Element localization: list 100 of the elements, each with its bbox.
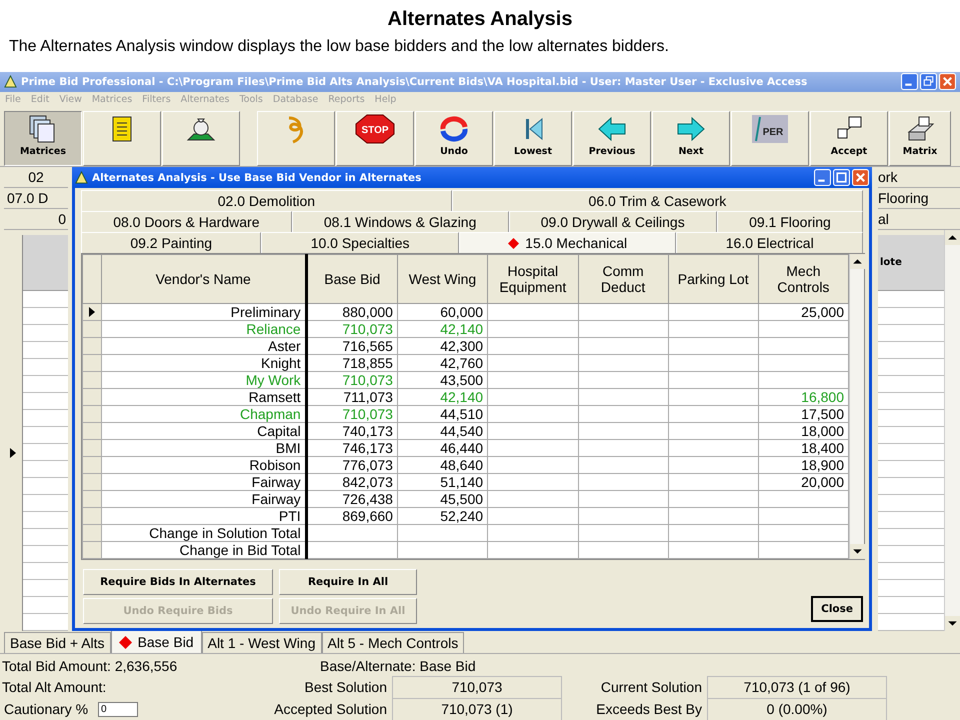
table-cell: 42,760 (440, 354, 484, 370)
table-cell: 710,073 (342, 372, 393, 388)
scroll-down-icon[interactable] (945, 616, 960, 631)
toolbar-button[interactable]: PER (731, 111, 809, 166)
scroll-up-icon[interactable] (850, 254, 865, 269)
table-cell: Robison (249, 456, 301, 472)
best-solution-value: 710,073 (392, 676, 562, 698)
grid-header (23, 235, 68, 291)
per-badge-icon: PER (750, 114, 790, 144)
table-cell: 726,438 (342, 490, 393, 506)
column-header: Mech Controls (758, 254, 848, 304)
toolbar-button[interactable]: Undo (415, 111, 493, 166)
column-header: Vendor's Name (101, 254, 306, 304)
toolbar-button[interactable]: Matrices (4, 111, 82, 166)
toolbar-button[interactable]: Next (652, 111, 730, 166)
table-cell: 16,800 (801, 388, 844, 404)
tab[interactable]: 02 (4, 167, 68, 188)
current-solution-label: Current Solution (600, 679, 703, 695)
tab[interactable]: 0 (4, 209, 68, 230)
tab[interactable]: Flooring (878, 188, 960, 209)
table-cell: My Work (246, 372, 301, 388)
tab[interactable]: Alt 5 - Mech Controls (322, 632, 464, 653)
best-solution-label: Best Solution (304, 679, 388, 695)
action-button[interactable]: Require Bids In Alternates (83, 569, 273, 595)
toolbar-button[interactable]: Matrix (889, 111, 951, 166)
triangle-icon (75, 171, 88, 184)
column-header: West Wing (397, 254, 488, 304)
table-cell: Change in Bid Total (180, 542, 301, 558)
column-header: Base Bid (306, 254, 398, 304)
table-cell: 25,000 (801, 304, 844, 320)
row-pointer-icon (88, 306, 95, 316)
tab[interactable]: Base Bid (110, 630, 202, 653)
table-cell: 711,073 (343, 388, 393, 404)
scroll-down-icon[interactable] (850, 544, 865, 559)
table-cell: 740,173 (342, 422, 393, 438)
table-cell: Fairway (252, 490, 301, 506)
cautionary-input[interactable]: 0 (98, 702, 138, 716)
restore-icon[interactable] (920, 73, 937, 90)
table-cell: 52,240 (440, 508, 484, 524)
column-header: Hospital Equipment (488, 254, 578, 304)
current-solution-value: 710,073 (1 of 96) (707, 676, 887, 698)
table-cell: 18,400 (801, 440, 844, 456)
minimize-icon[interactable] (814, 169, 831, 186)
tab[interactable]: Base Bid + Alts (4, 632, 111, 653)
table-cell: Chapman (240, 406, 301, 422)
toolbar-button[interactable] (83, 111, 161, 166)
tab[interactable]: 06.0 Trim & Casework (452, 190, 863, 211)
scrollbar[interactable] (944, 230, 960, 631)
close-icon[interactable] (852, 169, 869, 186)
table-cell: PTI (278, 508, 301, 524)
tab[interactable]: 02.0 Demolition (81, 190, 452, 211)
tab[interactable]: ork (878, 167, 960, 188)
table-cell: 46,440 (440, 440, 484, 456)
table-cell: 42,140 (440, 320, 484, 336)
table-cell: Capital (257, 422, 301, 438)
table-cell: BMI (276, 440, 301, 456)
tab[interactable]: 08.0 Doors & Hardware (81, 211, 292, 232)
toolbar-button[interactable]: Previous (573, 111, 651, 166)
table-cell: 51,140 (440, 474, 484, 490)
minimize-icon[interactable] (901, 73, 918, 90)
stop-sign-icon: STOP (355, 114, 395, 144)
toolbar-button[interactable] (162, 111, 240, 166)
table-cell: 48,640 (440, 456, 484, 472)
column-header: lote (878, 235, 944, 291)
table-cell: 44,540 (440, 422, 484, 438)
table-cell: 710,073 (342, 320, 393, 336)
table-cell: 45,500 (440, 490, 484, 506)
close-icon[interactable] (939, 73, 956, 90)
maximize-icon[interactable] (833, 169, 850, 186)
table-cell: 42,140 (440, 388, 484, 404)
toolbar-button[interactable]: Accept (810, 111, 888, 166)
accepted-solution-label: Accepted Solution (273, 701, 388, 717)
scroll-up-icon[interactable] (945, 230, 960, 245)
close-button[interactable]: Close (811, 596, 863, 622)
diamond-icon (508, 238, 520, 248)
column-header: Comm Deduct (578, 254, 668, 304)
triangle-icon (4, 75, 17, 88)
tab[interactable]: 09.1 Flooring (716, 211, 863, 232)
table-cell: 710,073 (342, 406, 393, 422)
row-pointer-icon (10, 448, 16, 458)
cautionary-label: Cautionary % (4, 701, 88, 717)
table-cell: 842,073 (342, 474, 393, 490)
tab[interactable]: 07.0 D (4, 188, 68, 209)
toolbar-button[interactable]: STOP (336, 111, 414, 166)
tab[interactable]: Alt 1 - West Wing (202, 632, 322, 653)
dialog-title: Alternates Analysis - Use Base Bid Vendor in Alternates (92, 172, 422, 184)
circular-arrows-icon (439, 114, 469, 144)
base-alternate-label: Base/Alternate: Base Bid (320, 658, 476, 674)
table-cell: 776,073 (342, 456, 393, 472)
scrollbar[interactable] (849, 254, 864, 559)
table-cell: 718,855 (342, 354, 393, 370)
toolbar-button[interactable]: Lowest (494, 111, 572, 166)
table-cell: Fairway (252, 474, 301, 490)
table-cell: Preliminary (230, 304, 301, 320)
action-button[interactable]: Require In All (279, 569, 417, 595)
exceeds-best-value: 0 (0.00%) (707, 698, 887, 720)
tab[interactable]: 15.0 Mechanical (458, 232, 676, 253)
table-cell: 746,173 (342, 440, 393, 456)
table-cell: Change in Solution Total (149, 524, 301, 540)
table-cell: 60,000 (440, 304, 484, 320)
